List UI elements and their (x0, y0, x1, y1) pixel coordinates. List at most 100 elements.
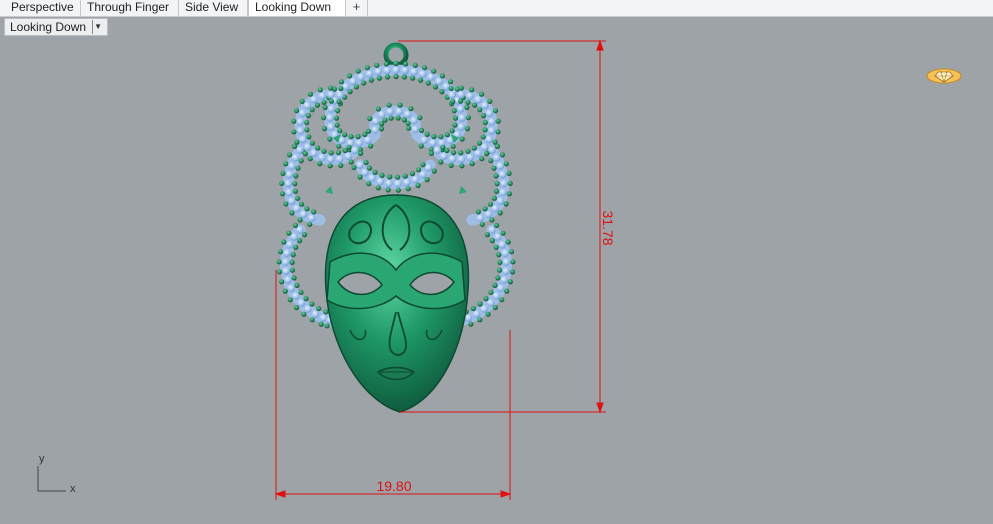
prong-bead (379, 172, 385, 178)
prong-bead (321, 148, 327, 154)
prong-bead (439, 73, 445, 79)
prong-bead (301, 311, 307, 317)
prong-bead (361, 80, 367, 86)
gem-stone (499, 188, 507, 197)
prong-bead (494, 143, 500, 149)
gem-stone (466, 92, 474, 100)
prong-bead (484, 151, 490, 157)
gem-stone (485, 135, 494, 144)
gem-stone (304, 305, 312, 313)
gem-stone (298, 109, 307, 117)
gem-stone (488, 226, 496, 234)
prong-bead (367, 115, 373, 122)
tab-through-finger[interactable]: Through Finger (81, 0, 179, 16)
tab-perspective[interactable]: Perspective (5, 0, 81, 16)
prong-bead (458, 98, 464, 104)
gem-stone (377, 110, 386, 119)
gem-stone (457, 90, 465, 99)
prong-bead (493, 244, 499, 250)
prong-bead (295, 195, 301, 201)
prong-bead (327, 163, 333, 169)
prong-bead (286, 230, 292, 236)
prong-bead (459, 136, 465, 142)
gem-stone (403, 178, 411, 187)
gem-stone (326, 155, 335, 164)
prong-bead (304, 127, 310, 133)
prong-bead (317, 161, 323, 167)
gem-stone (474, 149, 482, 158)
prong-bead (495, 275, 501, 281)
prong-bead (432, 84, 439, 90)
tab-side-view[interactable]: Side View (179, 0, 248, 16)
prong-bead (322, 126, 328, 132)
prong-bead (431, 68, 437, 74)
gem-stone (385, 179, 393, 188)
gem-stone (424, 164, 433, 172)
prong-bead (282, 288, 288, 294)
prong-bead (452, 122, 458, 128)
prong-bead (506, 191, 512, 197)
prong-bead (405, 186, 411, 192)
prong-bead (303, 296, 309, 302)
prong-bead (304, 206, 310, 212)
prong-bead (495, 129, 501, 135)
tab-looking-down[interactable]: Looking Down (248, 0, 346, 16)
gem-stone (344, 152, 353, 160)
prong-bead (287, 297, 293, 303)
prong-bead (293, 108, 300, 114)
gem-stone (376, 177, 384, 186)
prong-bead (492, 108, 499, 114)
prong-bead (372, 169, 378, 175)
prong-bead (294, 282, 300, 288)
prong-bead (280, 191, 286, 197)
viewport-canvas[interactable]: 31.78 19.80 y x (0, 17, 993, 524)
gem-stone (492, 154, 501, 162)
prong-bead (449, 128, 455, 134)
gem-stone (355, 139, 364, 147)
prong-bead (292, 143, 298, 149)
prong-bead (290, 252, 296, 258)
gem-stone (496, 197, 505, 205)
gem-stone (286, 240, 294, 249)
gem-stone (410, 116, 418, 125)
prong-bead (317, 87, 323, 93)
prong-bead (397, 102, 403, 108)
gem-stone (292, 204, 301, 213)
gem-stone (457, 123, 466, 131)
prong-bead (465, 99, 471, 105)
prong-bead (338, 85, 344, 92)
prong-bead (283, 201, 289, 207)
prong-bead (464, 126, 470, 132)
gem-stone (371, 117, 380, 125)
prong-bead (386, 102, 392, 108)
viewport-title-menu[interactable]: Looking Down ▼ (4, 18, 109, 36)
gem-stone (368, 174, 376, 182)
gem-stone (492, 292, 501, 300)
gem-stone (335, 155, 344, 163)
prong-bead (336, 98, 342, 105)
gem-stone (299, 135, 307, 144)
gem-stone (303, 143, 312, 151)
prong-bead (489, 217, 495, 223)
gem-stone (336, 91, 344, 99)
prong-bead (450, 143, 456, 149)
prong-bead (277, 249, 284, 255)
y-axis-label: y (39, 453, 45, 465)
prong-bead (335, 108, 341, 114)
prong-bead (488, 158, 494, 164)
prong-bead (465, 115, 471, 121)
gem-stone (501, 249, 509, 257)
prong-bead (406, 125, 412, 131)
prong-bead (347, 89, 353, 95)
prong-bead (477, 317, 483, 323)
prong-bead (450, 150, 457, 156)
chevron-down-icon[interactable]: ▼ (92, 20, 103, 34)
prong-bead (487, 201, 494, 207)
gem-stone (448, 155, 457, 163)
prong-bead (448, 162, 454, 168)
prong-bead (395, 115, 401, 121)
plus-icon[interactable]: + (346, 0, 368, 16)
prong-bead (488, 289, 494, 295)
gem-stone (498, 240, 507, 249)
prong-bead (504, 288, 510, 294)
